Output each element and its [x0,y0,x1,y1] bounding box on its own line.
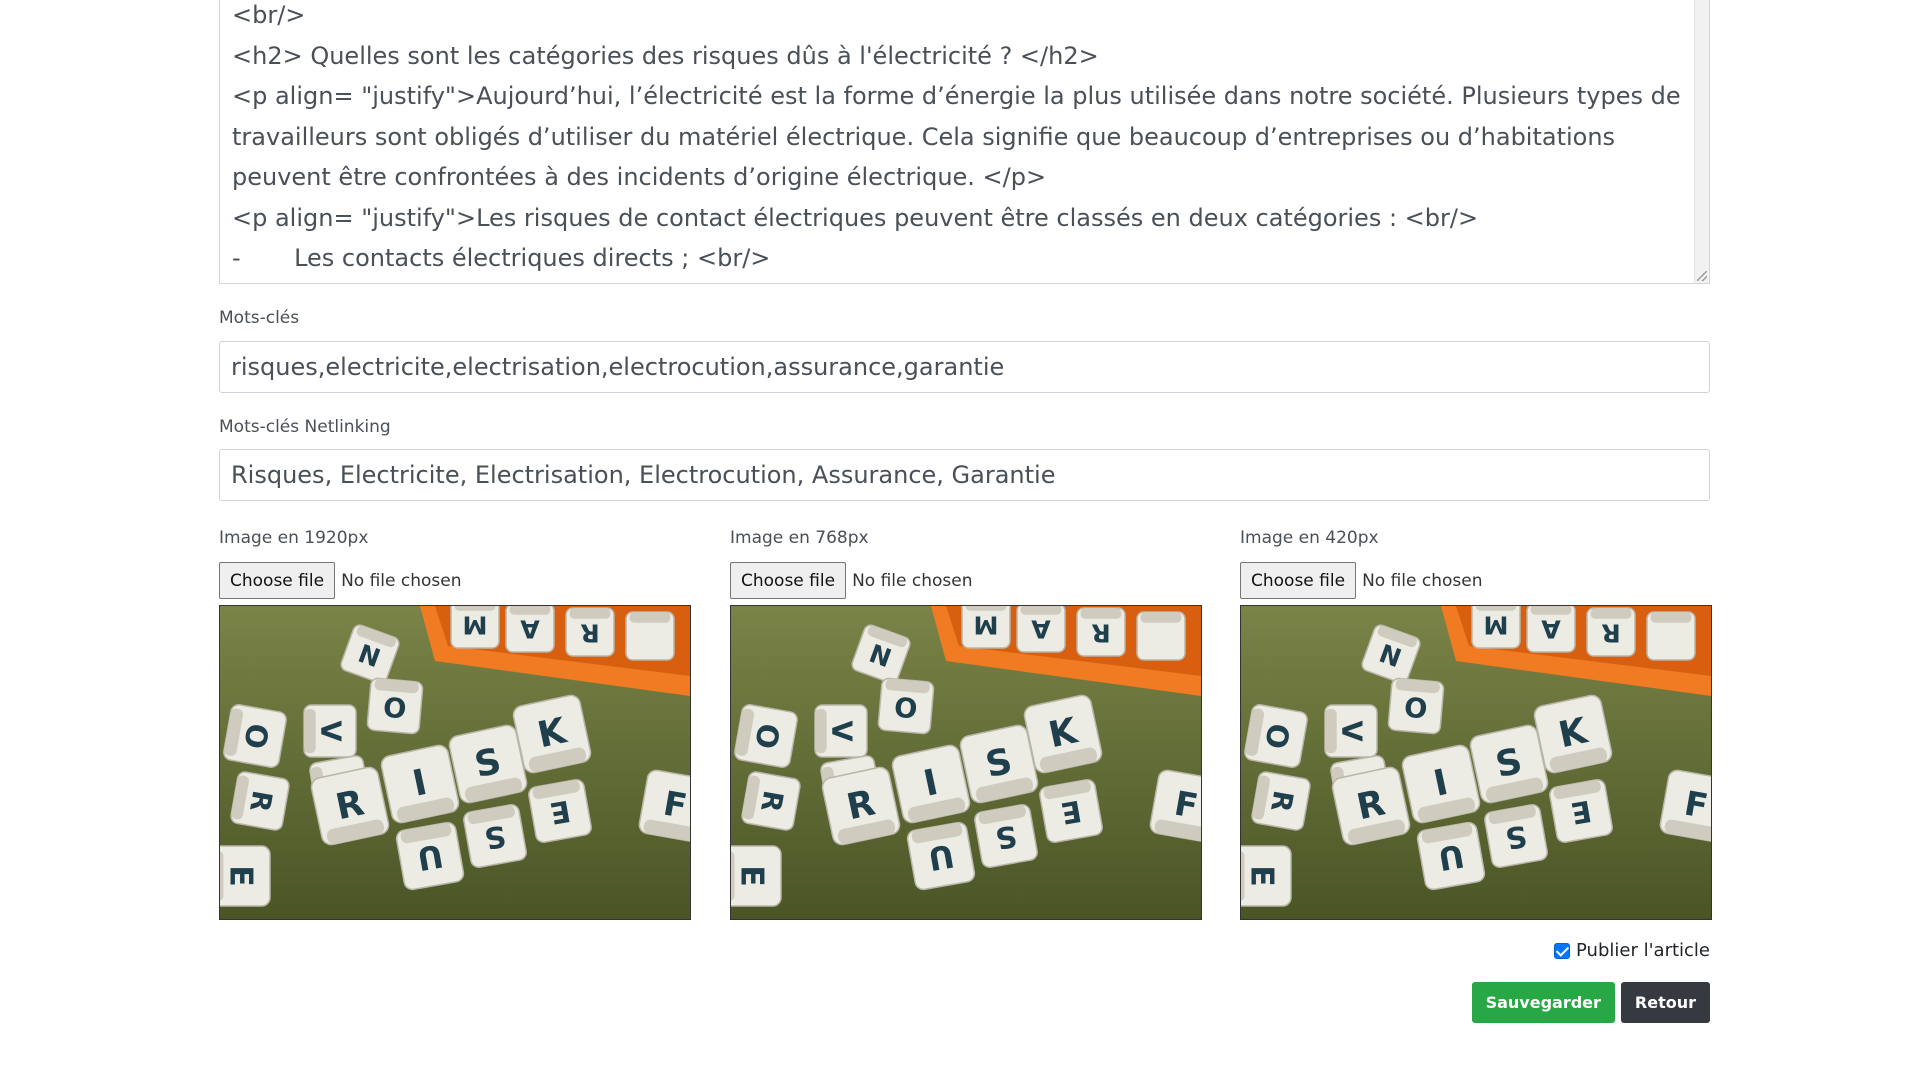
content-editor[interactable]: <br/> <h2> Quelles sont les catégories d… [219,0,1710,284]
netlinking-label: Mots-clés Netlinking [219,417,391,437]
svg-text:E: E [1243,865,1279,887]
keywords-input[interactable] [219,341,1710,393]
svg-text:M: M [462,610,487,639]
image-label: Image en 420px [1240,528,1379,548]
svg-text:A: A [1031,614,1051,643]
file-status: No file chosen [341,570,462,591]
choose-file-button[interactable]: Choose file [730,562,847,599]
editor-line: peuvent être confrontées à des incidents… [232,163,1047,191]
image-upload-1920: Image en 1920px Choose file No file chos… [219,528,691,920]
choose-file-button[interactable]: Choose file [219,562,336,599]
keywords-label: Mots-clés [219,308,300,328]
svg-text:V: V [315,720,346,741]
svg-text:A: A [1541,614,1561,643]
svg-text:R: R [1091,618,1110,647]
svg-text:O: O [893,690,919,723]
netlinking-input[interactable] [219,449,1710,501]
back-button[interactable]: Retour [1620,982,1710,1023]
image-upload-420: Image en 420px Choose file No file chose… [1240,528,1712,920]
editor-scrollbar[interactable] [1694,0,1709,283]
publish-toggle[interactable]: Publier l'article [1554,940,1710,961]
save-button[interactable]: Sauvegarder [1471,982,1615,1023]
image-label: Image en 768px [730,528,869,548]
file-status: No file chosen [852,570,973,591]
svg-text:V: V [1336,720,1367,741]
svg-text:V: V [826,720,857,741]
image-preview: MARNOVIORERISKUSEF [730,605,1202,920]
image-preview: MARNOVIORERISKUSEF [219,605,691,920]
choose-file-button[interactable]: Choose file [1240,562,1357,599]
editor-line: <p align= "justify">Aujourd’hui, l’élect… [232,82,1681,110]
svg-text:E: E [733,865,769,887]
publish-label: Publier l'article [1576,940,1710,961]
image-preview: MARNOVIORERISKUSEF [1240,605,1712,920]
article-form: <br/> <h2> Quelles sont les catégories d… [219,0,1712,1023]
publish-checkbox[interactable] [1554,942,1571,959]
dice-photo: MARNOVIORERISKUSEF [220,606,690,919]
resize-grip-icon[interactable] [1697,271,1707,281]
dice-photo: MARNOVIORERISKUSEF [1241,606,1711,919]
file-status: No file chosen [1362,570,1483,591]
svg-text:E: E [222,865,258,887]
svg-text:O: O [1403,690,1429,723]
editor-line: <h2> Quelles sont les catégories des ris… [232,41,1099,70]
editor-line: <p align= "justify">Les risques de conta… [232,203,1479,232]
svg-text:R: R [580,618,599,647]
svg-text:A: A [520,614,540,643]
svg-text:O: O [382,690,408,723]
image-label: Image en 1920px [219,528,369,548]
dice-photo: MARNOVIORERISKUSEF [731,606,1201,919]
svg-text:M: M [1483,610,1508,639]
image-upload-768: Image en 768px Choose file No file chose… [730,528,1202,920]
form-actions: Sauvegarder Retour [1471,982,1710,1023]
editor-line: <br/> [232,1,306,29]
svg-text:R: R [1601,618,1620,647]
svg-text:M: M [973,610,998,639]
editor-line: travailleurs sont obligés d’utiliser du … [232,122,1616,151]
editor-line: - Les contacts électriques directs ; <br… [232,244,771,272]
